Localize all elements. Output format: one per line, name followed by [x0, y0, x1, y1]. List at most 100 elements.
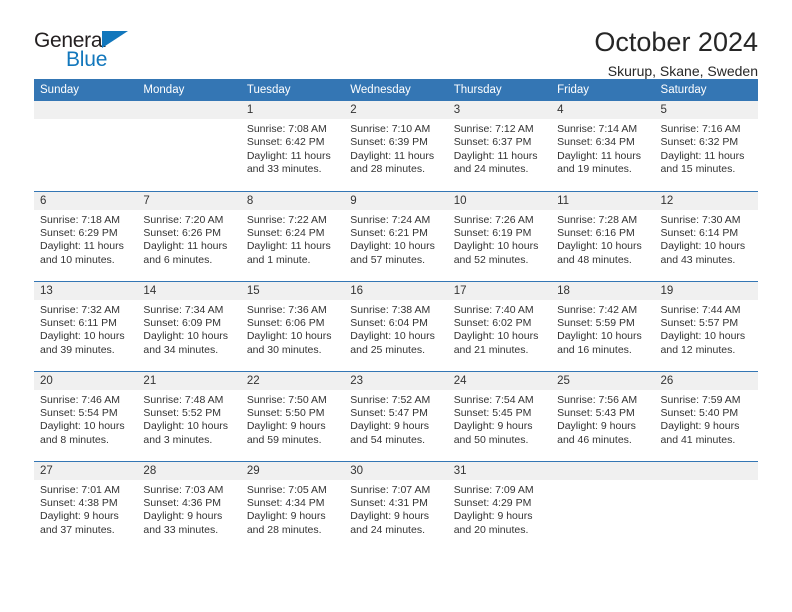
daylight-text: Daylight: 10 hours and 21 minutes.	[453, 330, 539, 356]
sunrise-text: Sunrise: 7:18 AM	[40, 213, 120, 226]
sunset-text: Sunset: 6:21 PM	[350, 226, 428, 239]
day-sun-info: Sunrise: 7:59 AM Sunset: 5:40 PM Daylight:…	[655, 390, 758, 448]
sunrise-text: Sunrise: 7:50 AM	[246, 393, 327, 406]
sunrise-text: Sunrise: 7:01 AM	[40, 483, 120, 496]
calendar-body: 1 Sunrise: 7:08 AM Sunset: 6:42 PM Daylight…	[34, 101, 758, 551]
sunrise-text: Sunrise: 7:59 AM	[660, 393, 741, 406]
calendar-day-cell[interactable]: 28 Sunrise: 7:03 AM Sunset: 4:36 PM Dayligh…	[137, 460, 241, 551]
day-sun-info: Sunrise: 7:10 AM Sunset: 6:39 PM Daylight:…	[344, 119, 447, 177]
calendar-day-cell[interactable]: 7 Sunrise: 7:20 AM Sunset: 6:26 PM Daylight…	[137, 190, 241, 281]
day-number: 13	[34, 281, 138, 300]
day-sun-info: Sunrise: 7:40 AM Sunset: 6:02 PM Daylight:…	[448, 300, 551, 358]
day-number	[34, 101, 138, 119]
sunset-text: Sunset: 6:16 PM	[557, 226, 635, 239]
calendar-day-cell[interactable]: 23 Sunrise: 7:52 AM Sunset: 5:47 PM Dayligh…	[344, 370, 448, 461]
sunset-text: Sunset: 6:02 PM	[453, 316, 532, 329]
day-sun-info: Sunrise: 7:56 AM Sunset: 5:43 PM Daylight:…	[551, 390, 654, 448]
day-sun-info: Sunrise: 7:28 AM Sunset: 6:16 PM Daylight:…	[551, 210, 654, 268]
calendar-day-cell[interactable]: 29 Sunrise: 7:05 AM Sunset: 4:34 PM Dayligh…	[240, 460, 345, 551]
calendar-week-row: 27 Sunrise: 7:01 AM Sunset: 4:38 PM Dayligh…	[34, 460, 758, 551]
day-sun-info: Sunrise: 7:38 AM Sunset: 6:04 PM Daylight:…	[344, 300, 447, 358]
daylight-text: Daylight: 10 hours and 25 minutes.	[350, 330, 435, 356]
calendar-cell-empty	[654, 460, 758, 551]
calendar-day-cell[interactable]: 5 Sunrise: 7:16 AM Sunset: 6:32 PM Daylight…	[654, 101, 758, 191]
day-number: 11	[551, 191, 655, 210]
day-number: 3	[447, 101, 552, 119]
sunset-text: Sunset: 6:42 PM	[246, 136, 325, 149]
weekday-header-saturday: Saturday	[654, 79, 758, 101]
day-number: 19	[654, 281, 758, 300]
daylight-text: Daylight: 9 hours and 33 minutes.	[143, 510, 223, 536]
location-subtitle: Skurup, Skane, Sweden	[607, 63, 758, 80]
day-number	[654, 461, 758, 480]
sunset-text: Sunset: 6:32 PM	[660, 136, 739, 149]
day-number: 10	[447, 191, 552, 210]
daylight-text: Daylight: 10 hours and 3 minutes.	[143, 420, 229, 446]
calendar-day-cell[interactable]: 18 Sunrise: 7:42 AM Sunset: 5:59 PM Dayligh…	[551, 280, 655, 371]
calendar-day-cell[interactable]: 15 Sunrise: 7:36 AM Sunset: 6:06 PM Dayligh…	[240, 280, 345, 371]
calendar-day-cell[interactable]: 11 Sunrise: 7:28 AM Sunset: 6:16 PM Dayligh…	[551, 190, 655, 281]
daylight-text: Daylight: 11 hours and 6 minutes.	[143, 240, 228, 266]
calendar-day-cell[interactable]: 25 Sunrise: 7:56 AM Sunset: 5:43 PM Dayligh…	[551, 370, 655, 461]
day-number: 2	[344, 101, 448, 119]
calendar-day-cell[interactable]: 30 Sunrise: 7:07 AM Sunset: 4:31 PM Dayligh…	[344, 460, 448, 551]
calendar-day-cell[interactable]: 24 Sunrise: 7:54 AM Sunset: 5:45 PM Dayligh…	[447, 370, 552, 461]
calendar-day-cell[interactable]: 17 Sunrise: 7:40 AM Sunset: 6:02 PM Dayligh…	[447, 280, 552, 371]
daylight-text: Daylight: 11 hours and 15 minutes.	[660, 149, 745, 176]
daylight-text: Daylight: 11 hours and 33 minutes.	[246, 149, 331, 176]
calendar-day-cell[interactable]: 16 Sunrise: 7:38 AM Sunset: 6:04 PM Dayligh…	[344, 280, 448, 371]
calendar-day-cell[interactable]: 26 Sunrise: 7:59 AM Sunset: 5:40 PM Dayligh…	[654, 370, 758, 461]
calendar-day-cell[interactable]: 21 Sunrise: 7:48 AM Sunset: 5:52 PM Dayligh…	[137, 370, 241, 461]
calendar-day-cell[interactable]: 6 Sunrise: 7:18 AM Sunset: 6:29 PM Daylight…	[34, 190, 138, 281]
day-number: 17	[447, 281, 552, 300]
sunset-text: Sunset: 6:39 PM	[350, 136, 428, 149]
weekday-header-tuesday: Tuesday	[240, 79, 345, 101]
sunset-text: Sunset: 5:59 PM	[557, 316, 635, 329]
day-sun-info: Sunrise: 7:30 AM Sunset: 6:14 PM Daylight:…	[655, 210, 758, 268]
weekday-header-friday: Friday	[551, 79, 655, 101]
sunset-text: Sunset: 4:31 PM	[350, 496, 428, 509]
sunrise-text: Sunrise: 7:07 AM	[350, 483, 431, 496]
calendar-day-cell[interactable]: 2 Sunrise: 7:10 AM Sunset: 6:39 PM Daylight…	[344, 101, 448, 191]
calendar-day-cell[interactable]: 8 Sunrise: 7:22 AM Sunset: 6:24 PM Daylight…	[240, 190, 345, 281]
calendar-day-cell[interactable]: 27 Sunrise: 7:01 AM Sunset: 4:38 PM Dayligh…	[34, 460, 138, 551]
day-number: 22	[240, 371, 345, 390]
calendar-day-cell[interactable]: 9 Sunrise: 7:24 AM Sunset: 6:21 PM Daylight…	[344, 190, 448, 281]
day-number: 1	[240, 101, 345, 119]
title-block: October 2024 Skurup, Skane, Sweden	[594, 28, 758, 80]
calendar-day-cell[interactable]: 12 Sunrise: 7:30 AM Sunset: 6:14 PM Dayligh…	[654, 190, 758, 281]
sunrise-text: Sunrise: 7:26 AM	[453, 213, 534, 226]
sunset-text: Sunset: 6:37 PM	[453, 136, 532, 149]
page-header: General Blue October 2024 Skurup, Skane,…	[34, 0, 758, 80]
day-sun-info: Sunrise: 7:03 AM Sunset: 4:36 PM Daylight:…	[137, 480, 240, 538]
sunrise-sunset-calendar: Sunday Monday Tuesday Wednesday Thursday Frid…	[34, 79, 758, 551]
calendar-cell-empty	[551, 460, 655, 551]
day-number: 28	[137, 461, 241, 480]
sunset-text: Sunset: 5:43 PM	[557, 406, 635, 419]
day-number: 4	[551, 101, 655, 119]
calendar-day-cell[interactable]: 13 Sunrise: 7:32 AM Sunset: 6:11 PM Dayligh…	[34, 280, 138, 371]
calendar-day-cell[interactable]: 1 Sunrise: 7:08 AM Sunset: 6:42 PM Daylight…	[240, 101, 345, 191]
daylight-text: Daylight: 11 hours and 28 minutes.	[350, 149, 435, 176]
calendar-day-cell[interactable]: 31 Sunrise: 7:09 AM Sunset: 4:29 PM Dayligh…	[447, 460, 552, 551]
calendar-day-cell[interactable]: 19 Sunrise: 7:44 AM Sunset: 5:57 PM Dayligh…	[654, 280, 758, 371]
sunrise-text: Sunrise: 7:56 AM	[557, 393, 638, 406]
sunset-text: Sunset: 6:19 PM	[453, 226, 532, 239]
calendar-day-cell[interactable]: 14 Sunrise: 7:34 AM Sunset: 6:09 PM Dayligh…	[137, 280, 241, 371]
sunrise-text: Sunrise: 7:36 AM	[246, 303, 327, 316]
sunset-text: Sunset: 4:36 PM	[143, 496, 222, 509]
calendar-day-cell[interactable]: 20 Sunrise: 7:46 AM Sunset: 5:54 PM Dayligh…	[34, 370, 138, 461]
calendar-day-cell[interactable]: 4 Sunrise: 7:14 AM Sunset: 6:34 PM Daylight…	[551, 101, 655, 191]
sunrise-text: Sunrise: 7:20 AM	[143, 213, 224, 226]
daylight-text: Daylight: 10 hours and 43 minutes.	[660, 240, 746, 266]
calendar-day-cell[interactable]: 3 Sunrise: 7:12 AM Sunset: 6:37 PM Daylight…	[447, 101, 552, 191]
day-sun-info: Sunrise: 7:24 AM Sunset: 6:21 PM Daylight:…	[344, 210, 447, 268]
calendar-day-cell[interactable]: 22 Sunrise: 7:50 AM Sunset: 5:50 PM Dayligh…	[240, 370, 345, 461]
sunrise-text: Sunrise: 7:16 AM	[660, 123, 741, 135]
day-number: 26	[654, 371, 758, 390]
sunrise-text: Sunrise: 7:48 AM	[143, 393, 224, 406]
sunrise-text: Sunrise: 7:32 AM	[40, 303, 120, 316]
calendar-week-row: 13 Sunrise: 7:32 AM Sunset: 6:11 PM Dayligh…	[34, 280, 758, 371]
calendar-day-cell[interactable]: 10 Sunrise: 7:26 AM Sunset: 6:19 PM Dayligh…	[447, 190, 552, 281]
sunset-text: Sunset: 6:29 PM	[40, 226, 118, 239]
